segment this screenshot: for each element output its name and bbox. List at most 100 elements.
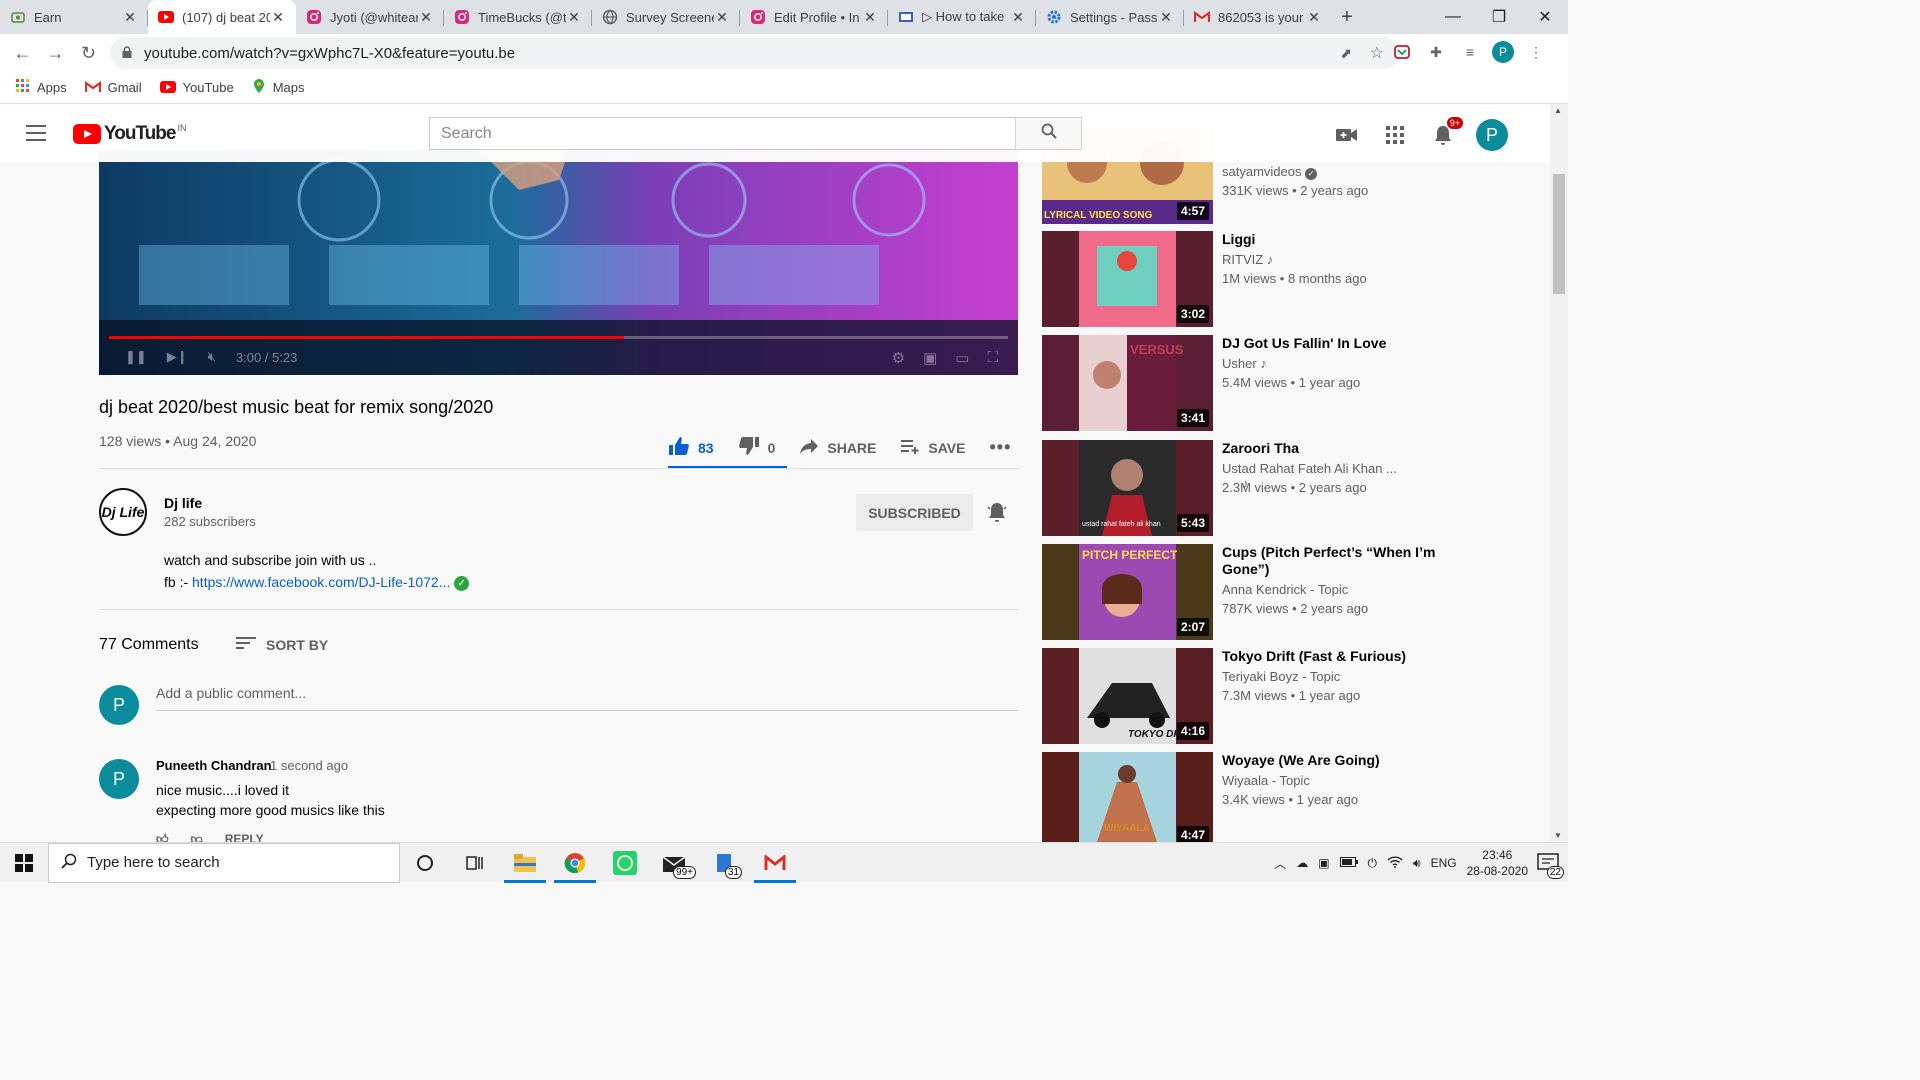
sort-by-button[interactable]: SORT BY xyxy=(236,636,328,653)
scrollbar-thumb[interactable] xyxy=(1553,174,1565,294)
fullscreen-icon[interactable]: ⛶ xyxy=(987,349,998,367)
bookmark-gmail[interactable]: Gmail xyxy=(84,80,142,96)
new-tab-button[interactable]: + xyxy=(1332,0,1362,34)
next-icon[interactable]: ▶❙ xyxy=(167,349,188,365)
browser-tab-instagram-timebucks[interactable]: TimeBucks (@ti ✕ xyxy=(444,0,592,34)
battery-icon[interactable] xyxy=(1339,856,1358,870)
window-close-icon[interactable]: ✕ xyxy=(1522,0,1568,34)
close-icon[interactable]: ✕ xyxy=(1158,9,1174,26)
forward-icon[interactable]: → xyxy=(39,38,72,68)
settings-gear-icon[interactable]: ⚙ xyxy=(892,349,905,367)
miniplayer-icon[interactable]: ▣ xyxy=(923,349,937,367)
browser-profile-avatar[interactable]: P xyxy=(1492,41,1514,63)
video-thumbnail[interactable]: VERSUS 3:41 xyxy=(1042,335,1213,431)
related-video[interactable]: PITCH PERFECT 2:07 Cups (Pitch Perfect’s… xyxy=(1042,544,1462,640)
maximize-icon[interactable]: ❐ xyxy=(1476,0,1522,34)
media-control-icon[interactable]: ≡ xyxy=(1458,40,1482,64)
chrome-icon[interactable] xyxy=(550,843,600,883)
like-button[interactable]: 83 xyxy=(668,436,714,459)
minimize-icon[interactable]: — xyxy=(1430,0,1476,34)
search-input[interactable]: Search xyxy=(429,117,1016,150)
share-button[interactable]: SHARE xyxy=(799,438,876,457)
video-thumbnail[interactable]: TOKYO DRIFT 4:16 xyxy=(1042,648,1213,744)
open-external-icon[interactable]: ⬈ xyxy=(1340,45,1352,62)
close-icon[interactable]: ✕ xyxy=(122,9,138,26)
account-avatar[interactable]: P xyxy=(1476,119,1508,151)
reply-button[interactable]: REPLY xyxy=(225,832,264,842)
browser-tab-earn[interactable]: Earn ✕ xyxy=(0,0,148,34)
save-button[interactable]: SAVE xyxy=(900,438,965,457)
facebook-link[interactable]: https://www.facebook.com/DJ-Life-1072... xyxy=(192,574,450,590)
bookmark-apps[interactable]: Apps xyxy=(16,79,67,96)
whatsapp-icon[interactable] xyxy=(600,843,650,883)
channel-name[interactable]: Dj life xyxy=(164,495,202,511)
close-icon[interactable]: ✕ xyxy=(1010,9,1026,26)
pause-icon[interactable]: ❚❚ xyxy=(125,349,147,365)
calendar-app-icon[interactable]: 31 xyxy=(700,843,750,883)
browser-menu-icon[interactable]: ⋮ xyxy=(1524,40,1548,64)
browser-tab-settings[interactable]: Settings - Pass ✕ xyxy=(1036,0,1184,34)
video-thumbnail[interactable]: 3:02 xyxy=(1042,231,1213,327)
search-button[interactable] xyxy=(1015,117,1082,150)
theater-mode-icon[interactable]: ▭ xyxy=(955,349,969,367)
notifications-bell-icon[interactable]: 9+ xyxy=(1428,116,1464,150)
browser-tab-survey[interactable]: Survey Screene ✕ xyxy=(592,0,740,34)
close-icon[interactable]: ✕ xyxy=(566,9,582,26)
comment-avatar[interactable]: P xyxy=(99,759,139,799)
reload-icon[interactable]: ↻ xyxy=(72,38,105,68)
video-player[interactable]: ❚❚ ▶❙ 🔇︎ 3:00 / 5:23 ⚙ ▣ ▭ ⛶ xyxy=(99,150,1018,375)
close-icon[interactable]: ✕ xyxy=(270,9,286,26)
system-clock[interactable]: 23:46 28-08-2020 xyxy=(1467,847,1528,879)
close-icon[interactable]: ✕ xyxy=(714,9,730,26)
scroll-down-icon[interactable]: ▼ xyxy=(1554,831,1562,840)
cortana-icon[interactable] xyxy=(400,843,450,883)
comment-dislike-icon[interactable]: 👎︎ xyxy=(191,832,203,842)
action-center-icon[interactable]: 22 xyxy=(1536,851,1564,879)
address-bar[interactable]: youtube.com/watch?v=gxWphc7L-X0&feature=… xyxy=(110,37,1400,69)
related-video[interactable]: ustad rahat fateh ali khan 5:43 Zaroori … xyxy=(1042,440,1462,536)
related-video[interactable]: TOKYO DRIFT 4:16 Tokyo Drift (Fast & Fur… xyxy=(1042,648,1462,744)
cloud-icon[interactable]: ☁ xyxy=(1296,856,1308,870)
device-icon[interactable]: ▣ xyxy=(1318,856,1329,870)
file-explorer-icon[interactable] xyxy=(500,843,550,883)
bookmark-youtube[interactable]: YouTube xyxy=(159,80,234,96)
pocket-extension-icon[interactable] xyxy=(1390,40,1414,64)
comment-time[interactable]: 1 second ago xyxy=(270,758,348,773)
scroll-up-icon[interactable]: ▲ xyxy=(1554,106,1562,115)
hamburger-menu-icon[interactable] xyxy=(26,125,46,141)
related-video[interactable]: WIYAALA 4:47 Woyaye (We Are Going) Wiyaa… xyxy=(1042,752,1462,842)
bookmark-star-icon[interactable]: ☆ xyxy=(1370,43,1384,63)
volume-icon[interactable]: 🔊︎ xyxy=(1413,856,1421,871)
page-scrollbar[interactable]: ▲ ▼ xyxy=(1550,104,1568,842)
task-view-icon[interactable] xyxy=(450,843,500,883)
close-icon[interactable]: ✕ xyxy=(1306,9,1322,26)
browser-tab-gmail[interactable]: 862053 is your ✕ xyxy=(1184,0,1332,34)
apps-icon[interactable] xyxy=(1380,120,1410,150)
comment-like-icon[interactable]: 👍︎ xyxy=(156,832,169,842)
extensions-puzzle-icon[interactable]: ✚ xyxy=(1424,40,1448,64)
dislike-button[interactable]: 0 xyxy=(738,436,775,459)
comment-author[interactable]: Puneeth Chandran xyxy=(156,758,272,773)
youtube-logo[interactable]: YouTube IN xyxy=(73,123,186,145)
power-plug-icon[interactable]: ⏻ xyxy=(1368,856,1378,871)
create-video-icon[interactable] xyxy=(1332,120,1362,150)
video-thumbnail[interactable]: ustad rahat fateh ali khan 5:43 xyxy=(1042,440,1213,536)
wifi-icon[interactable] xyxy=(1387,855,1403,871)
browser-tab-youtube[interactable]: (107) dj beat 2020 ✕ xyxy=(148,0,296,34)
language-indicator[interactable]: ENG xyxy=(1431,856,1457,870)
more-actions-button[interactable]: ••• xyxy=(989,437,1011,458)
windows-start-icon[interactable] xyxy=(0,843,48,883)
tray-expand-icon[interactable]: ︿ xyxy=(1274,855,1286,872)
bookmark-maps[interactable]: Maps xyxy=(252,78,304,97)
mail-app-icon[interactable]: 99+ xyxy=(650,843,700,883)
add-comment-input[interactable]: Add a public comment... xyxy=(156,685,1018,711)
subscribed-button[interactable]: SUBSCRIBED xyxy=(856,494,973,531)
browser-tab-edit-profile[interactable]: Edit Profile • In ✕ xyxy=(740,0,888,34)
close-icon[interactable]: ✕ xyxy=(862,9,878,26)
related-video[interactable]: 3:02 Liggi RITVIZ ♪ 1M views • 8 months … xyxy=(1042,231,1462,327)
mute-icon[interactable]: 🔇︎ xyxy=(208,349,216,365)
channel-avatar[interactable]: Dj Life xyxy=(99,488,147,536)
browser-tab-instagram-jyoti[interactable]: Jyoti (@whitear ✕ xyxy=(296,0,444,34)
browser-tab-how-to[interactable]: ▷ How to take ✕ xyxy=(888,0,1036,34)
video-thumbnail[interactable]: PITCH PERFECT 2:07 xyxy=(1042,544,1213,640)
